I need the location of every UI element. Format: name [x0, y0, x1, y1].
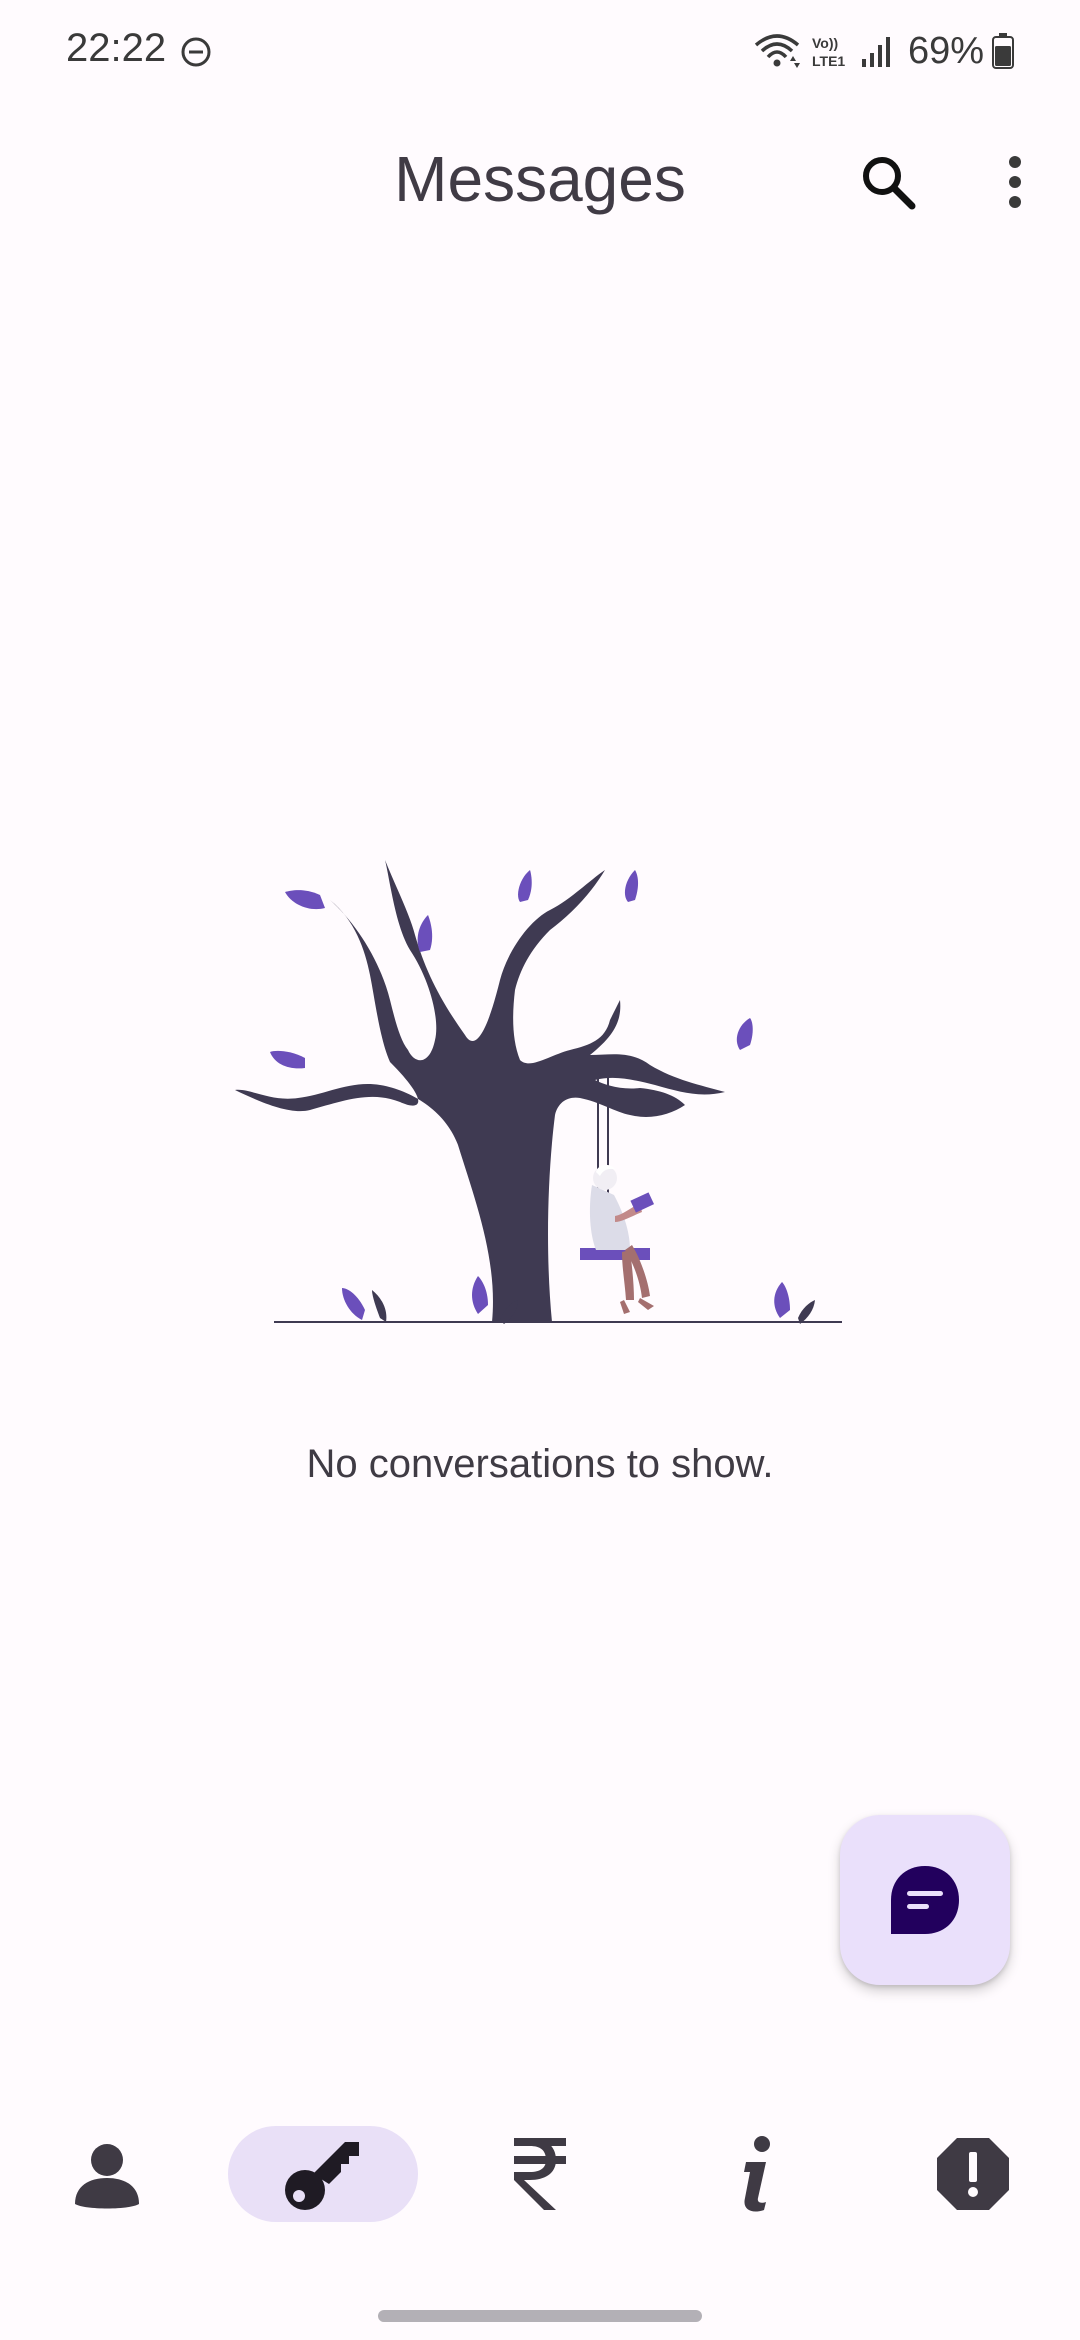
more-vert-icon — [1009, 156, 1021, 208]
lte-icon: Vo)) LTE1 — [812, 35, 845, 69]
chat-bubble-icon — [891, 1866, 959, 1934]
alert-octagon-icon — [937, 2138, 1009, 2210]
empty-state-message: No conversations to show. — [306, 1442, 774, 1486]
nav-item-report[interactable] — [878, 2126, 1068, 2222]
nav-item-payments[interactable] — [445, 2126, 635, 2222]
new-conversation-fab[interactable] — [840, 1815, 1010, 1985]
nav-item-profile[interactable] — [12, 2126, 202, 2222]
nav-item-info[interactable] — [662, 2126, 852, 2222]
nav-item-keys[interactable] — [228, 2126, 418, 2222]
key-icon — [285, 2142, 359, 2210]
do-not-disturb-icon — [181, 37, 211, 67]
wifi-icon — [754, 34, 800, 68]
more-options-button[interactable] — [980, 142, 1050, 222]
svg-text:Vo)): Vo)) — [812, 35, 838, 51]
search-icon — [863, 157, 916, 210]
signal-icon — [861, 37, 890, 67]
tree-trunk — [235, 860, 725, 1322]
person-icon — [75, 2144, 139, 2209]
info-icon — [744, 2136, 770, 2212]
search-button[interactable] — [848, 142, 928, 222]
status-time: 22:22 — [66, 26, 167, 70]
empty-state-illustration — [235, 860, 842, 1324]
battery-percent: 69% — [907, 29, 984, 72]
svg-text:LTE1: LTE1 — [812, 53, 845, 69]
status-bar: 22:22 Vo)) LTE1 69% — [0, 0, 1080, 100]
status-icons: Vo)) LTE1 69% — [752, 26, 1014, 76]
top-app-bar: Messages — [0, 120, 1080, 240]
rupee-icon — [514, 2138, 566, 2210]
person-figure — [589, 1164, 655, 1314]
battery-icon — [992, 33, 1014, 69]
home-indicator[interactable] — [378, 2310, 702, 2322]
bottom-navigation — [0, 2110, 1080, 2240]
ground-plants — [372, 1290, 815, 1324]
